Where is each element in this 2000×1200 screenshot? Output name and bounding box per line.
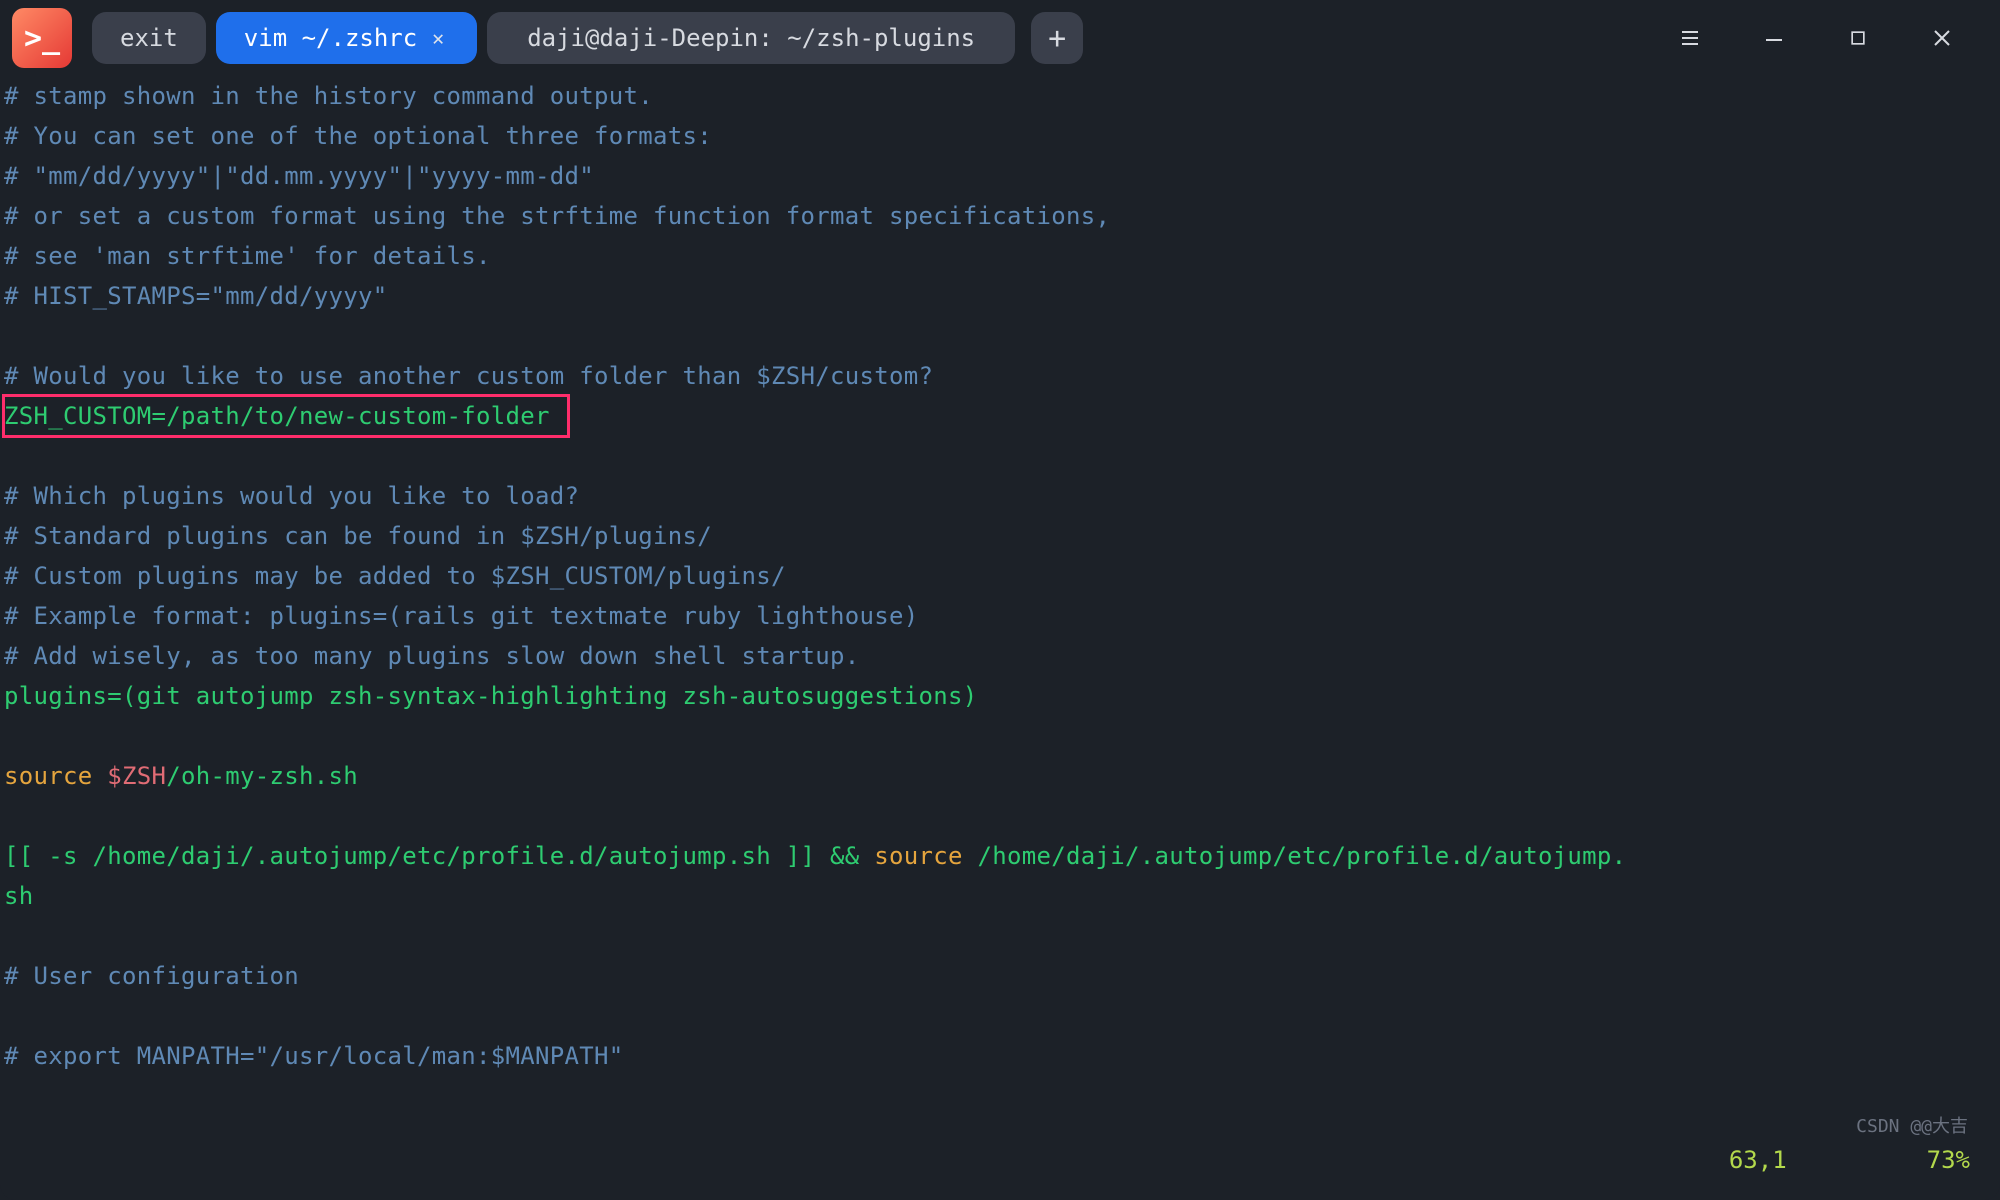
code-line: # Add wisely, as too many plugins slow d…	[4, 636, 1996, 676]
code-line: # Which plugins would you like to load?	[4, 476, 1996, 516]
maximize-icon[interactable]	[1842, 22, 1874, 54]
vim-statusbar: 63,1 73%	[0, 1140, 2000, 1180]
new-tab-button[interactable]: +	[1031, 12, 1083, 64]
code-line: ZSH_CUSTOM=/path/to/new-custom-folder	[4, 396, 1996, 436]
code-line: # or set a custom format using the strft…	[4, 196, 1996, 236]
highlighted-config-line: ZSH_CUSTOM=/path/to/new-custom-folder	[4, 396, 568, 436]
menu-icon[interactable]	[1674, 22, 1706, 54]
code-line: sh	[4, 876, 1996, 916]
code-line	[4, 916, 1996, 956]
code-line	[4, 316, 1996, 356]
code-line: # Custom plugins may be added to $ZSH_CU…	[4, 556, 1996, 596]
scroll-percent: 73%	[1927, 1146, 1970, 1174]
code-line: [[ -s /home/daji/.autojump/etc/profile.d…	[4, 836, 1996, 876]
tab-label: daji@daji-Deepin: ~/zsh-plugins	[527, 24, 975, 52]
titlebar: >_ exit vim ~/.zshrc ✕ daji@daji-Deepin:…	[0, 0, 2000, 76]
close-window-icon[interactable]	[1926, 22, 1958, 54]
window-controls	[1674, 22, 1988, 54]
code-line: # see 'man strftime' for details.	[4, 236, 1996, 276]
watermark: CSDN @@大吉	[1856, 1112, 1968, 1138]
terminal-window: >_ exit vim ~/.zshrc ✕ daji@daji-Deepin:…	[0, 0, 2000, 1200]
code-line	[4, 996, 1996, 1036]
tab-label: exit	[120, 24, 178, 52]
code-line: # User configuration	[4, 956, 1996, 996]
code-line: # Standard plugins can be found in $ZSH/…	[4, 516, 1996, 556]
code-line: # Example format: plugins=(rails git tex…	[4, 596, 1996, 636]
code-line	[4, 716, 1996, 756]
code-line: # stamp shown in the history command out…	[4, 76, 1996, 116]
code-line: plugins=(git autojump zsh-syntax-highlig…	[4, 676, 1996, 716]
code-line	[4, 436, 1996, 476]
editor-content[interactable]: # stamp shown in the history command out…	[0, 76, 2000, 1200]
tab-zsh-plugins[interactable]: daji@daji-Deepin: ~/zsh-plugins	[487, 12, 1015, 64]
code-line: # "mm/dd/yyyy"|"dd.mm.yyyy"|"yyyy-mm-dd"	[4, 156, 1996, 196]
code-line	[4, 796, 1996, 836]
tab-vim-zshrc[interactable]: vim ~/.zshrc ✕	[216, 12, 477, 64]
close-icon[interactable]: ✕	[427, 27, 449, 49]
cursor-position: 63,1	[1729, 1146, 1787, 1174]
minimize-icon[interactable]	[1758, 22, 1790, 54]
code-line: # You can set one of the optional three …	[4, 116, 1996, 156]
code-line: source $ZSH/oh-my-zsh.sh	[4, 756, 1996, 796]
plus-icon: +	[1048, 21, 1066, 56]
code-line: # export MANPATH="/usr/local/man:$MANPAT…	[4, 1036, 1996, 1076]
app-icon: >_	[12, 8, 72, 68]
code-line: # Would you like to use another custom f…	[4, 356, 1996, 396]
tab-label: vim ~/.zshrc	[244, 24, 417, 52]
tab-exit[interactable]: exit	[92, 12, 206, 64]
code-line: # HIST_STAMPS="mm/dd/yyyy"	[4, 276, 1996, 316]
